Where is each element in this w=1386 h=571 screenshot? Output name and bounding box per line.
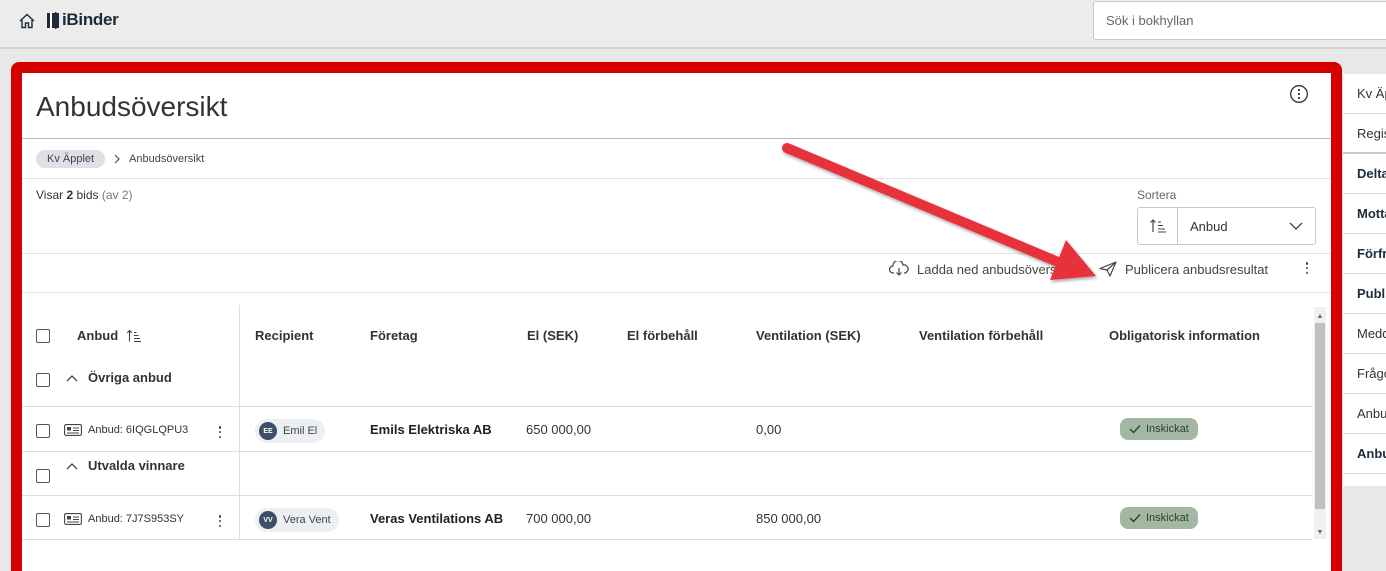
more-options-button[interactable]	[1300, 261, 1314, 275]
download-overview-button[interactable]: Ladda ned anbudsöversikt	[889, 261, 1070, 277]
select-all-checkbox[interactable]	[36, 329, 50, 343]
breadcrumb-current: Anbudsöversikt	[129, 153, 205, 165]
side-item-participants[interactable]: Deltagare	[1343, 154, 1386, 194]
avatar: VV	[259, 511, 277, 529]
chevron-right-icon	[114, 154, 120, 164]
group-checkbox[interactable]	[36, 469, 50, 483]
side-item-bids[interactable]: Anbud	[1343, 394, 1386, 434]
divider	[22, 138, 1331, 139]
chevron-down-icon	[1289, 222, 1303, 230]
breadcrumb: Kv Äpplet Anbudsöversikt	[36, 150, 204, 168]
toolbar: Ladda ned anbudsöversikt Publicera anbud…	[22, 261, 1331, 287]
column-header-mandatory-info: Obligatorisk information	[1109, 328, 1260, 343]
row-divider	[22, 451, 1312, 452]
recipient-chip: EE Emil El	[255, 419, 326, 443]
divider	[22, 253, 1331, 254]
breadcrumb-project[interactable]: Kv Äpplet	[36, 150, 106, 168]
row-checkbox[interactable]	[36, 513, 50, 527]
column-divider	[239, 305, 240, 539]
id-card-icon	[64, 513, 82, 525]
status-badge: Inskickat	[1120, 418, 1198, 440]
cloud-download-icon	[889, 261, 909, 276]
scrollbar-thumb[interactable]	[1315, 323, 1325, 509]
el-value: 700 000,00	[526, 511, 592, 526]
row-menu-icon[interactable]	[217, 514, 223, 528]
bid-overview-card: Anbudsöversikt Kv Äpplet Anbudsöversikt …	[22, 73, 1331, 571]
chevron-up-icon	[66, 462, 78, 469]
side-item-recipients[interactable]: Mottagare	[1343, 194, 1386, 234]
sort-ascending-icon	[126, 329, 142, 342]
check-icon	[1129, 514, 1141, 523]
group-header-other-bids[interactable]: Övriga anbud	[66, 370, 172, 385]
scroll-down-arrow-icon[interactable]: ▼	[1314, 525, 1326, 539]
ventilation-value: 0,00	[756, 422, 782, 437]
side-item-questions[interactable]: Frågor	[1343, 354, 1386, 394]
row-divider	[22, 539, 1312, 540]
app-logo[interactable]: iBinder	[46, 10, 119, 30]
recipient-chip: VV Vera Vent	[255, 508, 339, 532]
group-checkbox[interactable]	[36, 373, 50, 387]
side-item-messages[interactable]: Meddelanden	[1343, 314, 1386, 354]
binder-logo-icon	[47, 12, 59, 29]
sort-label: Sortera	[1137, 188, 1177, 202]
avatar: EE	[259, 422, 277, 440]
column-header-company: Företag	[370, 328, 418, 343]
scroll-up-arrow-icon[interactable]: ▲	[1314, 309, 1326, 323]
highlight-frame: Anbudsöversikt Kv Äpplet Anbudsöversikt …	[11, 62, 1342, 571]
top-bar: iBinder	[0, 0, 1386, 49]
sort-select[interactable]: Anbud	[1178, 208, 1315, 244]
sort-ascending-icon	[1149, 219, 1166, 233]
column-header-ventilation: Ventilation (SEK)	[756, 328, 861, 343]
id-card-icon	[64, 424, 82, 436]
side-item-register[interactable]: Registrera	[1343, 114, 1386, 154]
el-value: 650 000,00	[526, 422, 592, 437]
bid-link[interactable]: Anbud: 6IQGLQPU3	[64, 424, 188, 436]
row-divider	[22, 406, 1312, 407]
column-header-el-reservation: El förbehåll	[627, 328, 698, 343]
side-item-bid-overview[interactable]: Anbudsöversikt	[1343, 434, 1386, 474]
sort-control: Anbud	[1137, 207, 1316, 245]
check-icon	[1129, 425, 1141, 434]
side-item-project[interactable]: Kv Äpplet	[1343, 74, 1386, 114]
ventilation-value: 850 000,00	[756, 511, 822, 526]
search-input[interactable]	[1093, 1, 1386, 40]
side-item-request[interactable]: Förfrågan	[1343, 234, 1386, 274]
row-menu-icon[interactable]	[217, 425, 223, 439]
row-divider	[22, 495, 1312, 496]
column-header-recipient: Recipient	[255, 328, 314, 343]
info-icon[interactable]	[1289, 84, 1309, 104]
column-header-ventilation-reservation: Ventilation förbehåll	[919, 328, 1044, 343]
group-header-selected-winners[interactable]: Utvalda vinnare	[66, 458, 185, 473]
bid-link[interactable]: Anbud: 7J7S953SY	[64, 513, 184, 525]
more-vertical-icon	[1304, 261, 1310, 275]
company-name: Veras Ventilations AB	[370, 511, 504, 526]
company-name: Emils Elektriska AB	[370, 422, 492, 437]
send-icon	[1099, 261, 1117, 277]
divider	[22, 292, 1331, 293]
side-panel: Kv Äpplet Registrera Deltagare Mottagare…	[1342, 74, 1386, 486]
page-title: Anbudsöversikt	[36, 91, 228, 122]
divider	[22, 178, 1331, 179]
publish-results-button[interactable]: Publicera anbudsresultat	[1099, 261, 1268, 277]
result-count: Visar 2 bids (av 2)	[36, 188, 133, 202]
chevron-up-icon	[66, 374, 78, 381]
home-icon[interactable]	[18, 12, 36, 30]
sort-direction-button[interactable]	[1138, 208, 1178, 244]
app-name: iBinder	[62, 10, 119, 29]
column-header-bid[interactable]: Anbud	[77, 328, 142, 343]
column-header-el: El (SEK)	[527, 328, 579, 343]
side-item-publish[interactable]: Publicering	[1343, 274, 1386, 314]
row-checkbox[interactable]	[36, 424, 50, 438]
status-badge: Inskickat	[1120, 507, 1198, 529]
